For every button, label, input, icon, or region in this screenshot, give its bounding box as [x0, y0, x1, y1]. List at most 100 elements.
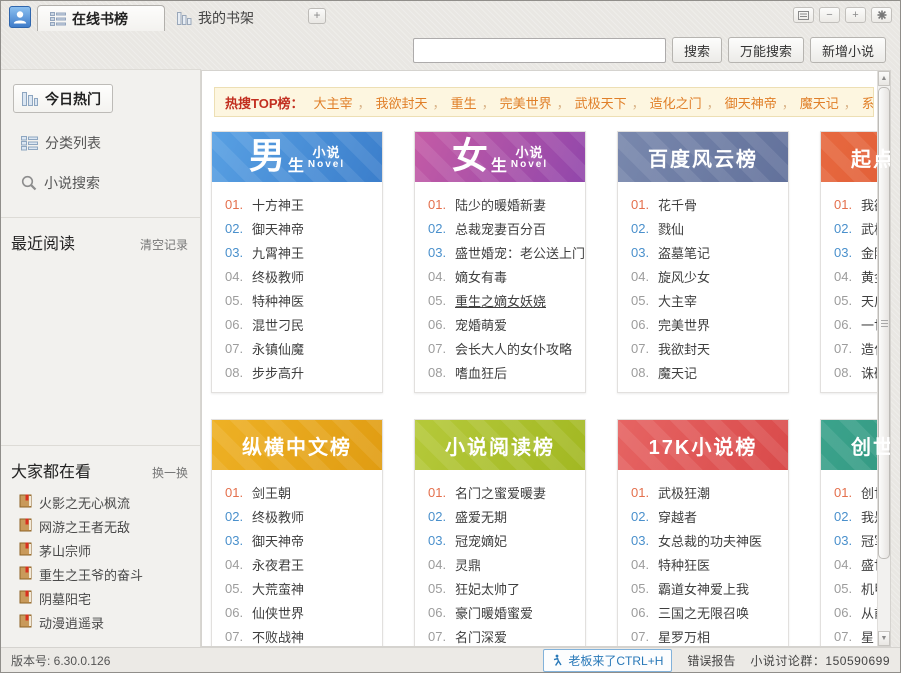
novel-link[interactable]: 重生之王爷的奋斗 [39, 565, 143, 584]
search-button[interactable]: 搜索 [672, 37, 722, 63]
novel-link[interactable]: 穿越者 [658, 507, 697, 526]
novel-link[interactable]: 十方神王 [252, 195, 304, 214]
sidebar-item-today-hot[interactable]: 今日热门 [13, 84, 113, 113]
rank-number: 08. [428, 365, 455, 380]
error-report-link[interactable]: 错误报告 [687, 652, 735, 669]
novel-link[interactable]: 阴墓阳宅 [39, 589, 91, 608]
novel-link[interactable]: 终极教师 [252, 507, 304, 526]
novel-link[interactable]: 特种狂医 [658, 555, 710, 574]
novel-link[interactable]: 灵鼎 [455, 555, 481, 574]
novel-link[interactable]: 盗墓笔记 [658, 243, 710, 262]
novel-link[interactable]: 我欲封天 [658, 339, 710, 358]
separator: ， [782, 96, 795, 111]
rank-number: 04. [428, 269, 455, 284]
novel-link[interactable]: 武极狂潮 [658, 483, 710, 502]
novel-link[interactable]: 霸道女神爱上我 [658, 579, 749, 598]
rank-number: 07. [834, 341, 861, 356]
novel-link[interactable]: 总裁宠妻百分百 [455, 219, 546, 238]
hot-search-item[interactable]: 我欲封天 [376, 96, 428, 111]
novel-link[interactable]: 陆少的暖婚新妻 [455, 195, 546, 214]
novel-link[interactable]: 魔天记 [658, 363, 697, 382]
minimize-button[interactable]: − [819, 7, 840, 23]
user-avatar[interactable] [9, 6, 31, 28]
novel-link[interactable]: 步步高升 [252, 363, 304, 382]
novel-link[interactable]: 永夜君王 [252, 555, 304, 574]
novel-link[interactable]: 御天神帝 [252, 531, 304, 550]
scroll-down-arrow-icon[interactable]: ▼ [878, 631, 890, 646]
novel-link[interactable]: 盛世婚宠：老公送上门 [455, 243, 585, 262]
hot-search-item[interactable]: 御天神帝 [725, 96, 777, 111]
novel-link[interactable]: 混世刁民 [252, 315, 304, 334]
hot-search-item[interactable]: 重生 [451, 96, 477, 111]
universal-search-button[interactable]: 万能搜索 [728, 37, 804, 63]
novel-link[interactable]: 宠婚萌爱 [455, 315, 507, 334]
sidebar-item-category-list[interactable]: 分类列表 [21, 133, 200, 153]
list-item: 茅山宗师 [19, 538, 200, 562]
sidebar: 今日热门 分类列表 小说搜索 最近阅读 [1, 69, 201, 647]
novel-link[interactable]: 茅山宗师 [39, 541, 91, 560]
novel-link[interactable]: 名门之蜜爱暖妻 [455, 483, 546, 502]
novel-link[interactable]: 重生之嫡女妖娆 [455, 291, 546, 310]
novel-link[interactable]: 特种神医 [252, 291, 304, 310]
search-input[interactable] [413, 38, 666, 63]
board-title-stack: 小说Novel [308, 146, 345, 176]
hot-search-item[interactable]: 魔天记 [800, 96, 839, 111]
novel-link[interactable]: 名门深爱 [455, 627, 507, 646]
novel-link[interactable]: 花千骨 [658, 195, 697, 214]
rank-item: 04.旋风少女 [618, 264, 788, 288]
novel-link[interactable]: 剑王朝 [252, 483, 291, 502]
novel-link[interactable]: 大主宰 [658, 291, 697, 310]
novel-link[interactable]: 豪门暖婚蜜爱 [455, 603, 533, 622]
novel-link[interactable]: 完美世界 [658, 315, 710, 334]
hot-search-item[interactable]: 造化之门 [650, 96, 702, 111]
sidebar-item-label: 小说搜索 [44, 173, 100, 193]
rank-item: 06.仙侠世界 [212, 600, 382, 624]
novel-link[interactable]: 女总裁的功夫神医 [658, 531, 762, 550]
add-novel-button[interactable]: 新增小说 [810, 37, 886, 63]
novel-link[interactable]: 星罗万相 [658, 627, 710, 646]
bar-chart-icon [177, 11, 192, 26]
novel-link[interactable]: 终极教师 [252, 267, 304, 286]
rank-number: 04. [631, 269, 658, 284]
novel-link[interactable]: 三国之无限召唤 [658, 603, 749, 622]
hot-search-item[interactable]: 大主宰 [314, 96, 353, 111]
novel-link[interactable]: 嗜血狂后 [455, 363, 507, 382]
rank-item: 08.嗜血狂后 [415, 360, 585, 384]
novel-link[interactable]: 动漫逍遥录 [39, 613, 104, 632]
tab-my-bookshelf[interactable]: 我的书架 [165, 5, 266, 31]
list-item: 阴墓阳宅 [19, 586, 200, 610]
novel-link[interactable]: 火影之无心枫流 [39, 493, 130, 512]
rank-number: 01. [225, 485, 252, 500]
novel-link[interactable]: 不败战神 [252, 627, 304, 646]
board-title: 百度风云榜 [648, 143, 758, 172]
scroll-up-arrow-icon[interactable]: ▲ [878, 71, 890, 86]
clear-records-link[interactable]: 清空记录 [140, 236, 188, 253]
maximize-button[interactable]: + [845, 7, 866, 23]
everyone-reading-title: 大家都在看 [11, 458, 91, 482]
novel-link[interactable]: 御天神帝 [252, 219, 304, 238]
tab-online-rankings[interactable]: 在线书榜 [37, 5, 165, 31]
main-menu-button[interactable] [793, 7, 814, 23]
novel-link[interactable]: 嫡女有毒 [455, 267, 507, 286]
close-button[interactable] [871, 7, 892, 23]
refresh-link[interactable]: 换一换 [152, 464, 188, 481]
novel-link[interactable]: 网游之王者无敌 [39, 517, 130, 536]
sidebar-item-novel-search[interactable]: 小说搜索 [21, 173, 200, 193]
hot-search-item[interactable]: 完美世界 [500, 96, 552, 111]
hot-search-item[interactable]: 系统 [862, 96, 874, 111]
novel-link[interactable]: 盛爱无期 [455, 507, 507, 526]
hot-search-item[interactable]: 武极天下 [575, 96, 627, 111]
novel-link[interactable]: 冠宠嫡妃 [455, 531, 507, 550]
novel-link[interactable]: 星 [861, 627, 874, 646]
boss-key-button[interactable]: 老板来了CTRL+H [543, 649, 672, 672]
novel-link[interactable]: 永镇仙魔 [252, 339, 304, 358]
novel-link[interactable]: 仙侠世界 [252, 603, 304, 622]
novel-link[interactable]: 旋风少女 [658, 267, 710, 286]
new-tab-button[interactable]: + [308, 8, 326, 24]
novel-link[interactable]: 九霄神王 [252, 243, 304, 262]
novel-link[interactable]: 会长大人的女仆攻略 [455, 339, 572, 358]
novel-link[interactable]: 戮仙 [658, 219, 684, 238]
novel-link[interactable]: 大荒蛮神 [252, 579, 304, 598]
novel-link[interactable]: 狂妃太帅了 [455, 579, 520, 598]
book-icon [19, 518, 33, 535]
